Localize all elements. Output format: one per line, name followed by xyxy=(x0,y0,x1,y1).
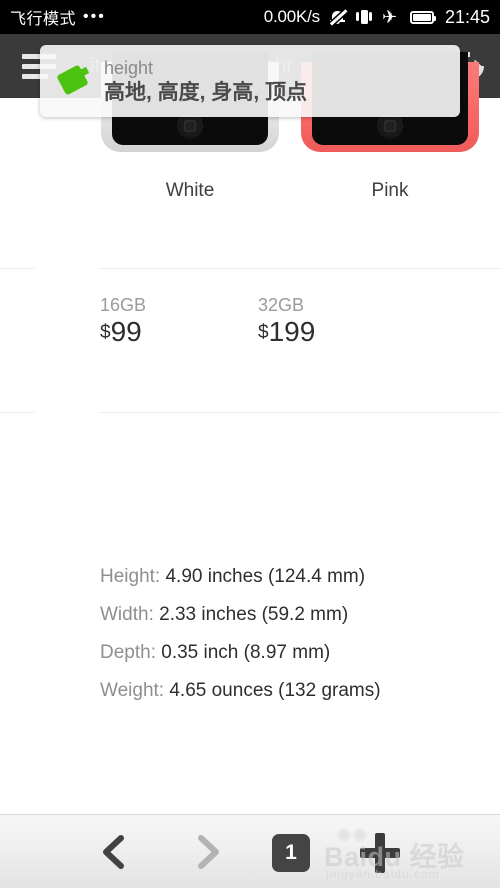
spec-value: 2.33 inches (59.2 mm) xyxy=(159,604,349,625)
network-speed-label: 0.00K/s xyxy=(263,7,320,26)
spec-row-depth: Depth: 0.35 inch (8.97 mm) xyxy=(100,634,480,672)
spec-label: Height: xyxy=(100,566,161,587)
spec-value: 4.90 inches (124.4 mm) xyxy=(165,566,366,587)
section-divider xyxy=(0,412,35,413)
price-item-32gb[interactable]: 32GB $199 xyxy=(258,294,315,349)
signal-dots: ••• xyxy=(83,8,106,25)
status-bar: 飞行模式 ••• 0.00K/s ✈ 21:45 xyxy=(0,0,500,34)
price-value: 199 xyxy=(268,316,316,347)
capacity-label: 16GB xyxy=(100,295,147,315)
tab-count-label: 1 xyxy=(285,841,297,864)
phone-color-label: White xyxy=(165,180,215,201)
spec-row-height: Height: 4.90 inches (124.4 mm) xyxy=(100,558,480,596)
section-divider xyxy=(0,268,35,269)
phone-screen: 飞行模式 ••• 0.00K/s ✈ 21:45 ite – iPhone 5c… xyxy=(0,0,500,888)
airplane-mode-icon: ✈ xyxy=(381,6,398,27)
spec-row-width: Width: 2.33 inches (59.2 mm) xyxy=(100,596,480,634)
tab-count-button[interactable]: 1 xyxy=(272,834,310,872)
chevron-right-icon[interactable] xyxy=(180,825,234,879)
phone-color-label: Pink xyxy=(371,180,409,201)
browser-bottom-bar: 1 ✺✺ Baidu 经验 jingyan.baidu.com xyxy=(0,814,500,888)
spec-label: Depth: xyxy=(100,642,156,663)
web-page-content: White Pink 16GB $99 32GB $199 Height: 4.… xyxy=(0,52,500,814)
price-amount: $99 xyxy=(100,316,146,349)
currency-symbol: $ xyxy=(100,322,111,343)
section-divider xyxy=(100,268,500,269)
spec-label: Width: xyxy=(100,604,154,625)
price-value: 99 xyxy=(110,316,142,347)
status-bar-right: 0.00K/s ✈ 21:45 xyxy=(264,7,490,28)
currency-symbol: $ xyxy=(258,322,269,343)
dictionary-text: height 高地, 高度, 身高, 顶点 xyxy=(104,58,307,105)
spec-label: Weight: xyxy=(100,680,165,701)
battery-icon xyxy=(409,10,436,24)
carrier-label: 飞行模式 xyxy=(10,11,77,28)
section-divider xyxy=(100,412,500,413)
vibrate-icon xyxy=(355,9,373,25)
price-item-16gb[interactable]: 16GB $99 xyxy=(100,294,146,349)
specs-list: Height: 4.90 inches (124.4 mm) Width: 2.… xyxy=(100,558,480,710)
clock-label: 21:45 xyxy=(444,6,490,27)
plus-icon[interactable] xyxy=(360,833,400,873)
green-tag-icon xyxy=(56,64,90,98)
baidu-watermark: ✺✺ Baidu 经验 jingyan.baidu.com xyxy=(312,826,492,885)
spec-row-weight: Weight: 4.65 ounces (132 grams) xyxy=(100,672,480,710)
status-bar-left: 飞行模式 ••• xyxy=(10,5,106,29)
dictionary-translation: 高地, 高度, 身高, 顶点 xyxy=(104,80,308,104)
dictionary-word: height xyxy=(104,57,154,78)
spec-value: 0.35 inch (8.97 mm) xyxy=(161,642,331,663)
capacity-label: 32GB xyxy=(258,295,305,315)
dictionary-popup[interactable]: height 高地, 高度, 身高, 顶点 xyxy=(40,45,460,117)
chevron-left-icon[interactable] xyxy=(88,825,142,879)
silent-bell-icon xyxy=(329,8,348,26)
spec-value: 4.65 ounces (132 grams) xyxy=(169,680,381,701)
price-row: 16GB $99 32GB $199 xyxy=(0,294,500,354)
price-amount: $199 xyxy=(258,316,315,349)
